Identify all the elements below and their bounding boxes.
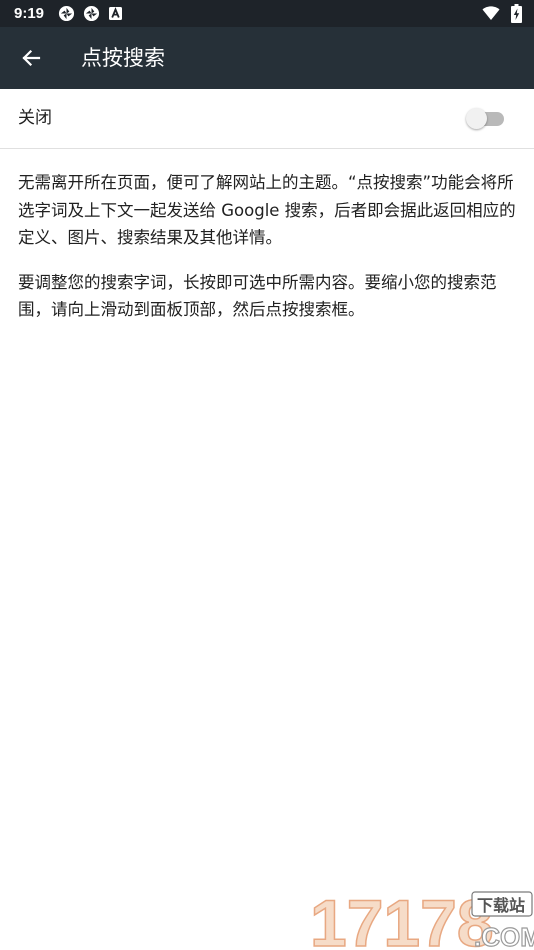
toggle-row-tap-to-search[interactable]: 关闭 <box>0 89 534 149</box>
wifi-icon <box>482 6 500 20</box>
description: 无需离开所在页面，便可了解网站上的主题。“点按搜索”功能会将所选字词及上下文一起… <box>18 169 518 341</box>
switch-thumb <box>466 108 487 129</box>
description-paragraph: 要调整您的搜索字词，长按即可选中所需内容。要缩小您的搜索范围，请向上滑动到面板顶… <box>18 272 497 320</box>
page-title: 点按搜索 <box>81 46 165 70</box>
app-bar: 点按搜索 <box>0 27 534 89</box>
a-badge-icon <box>109 7 122 20</box>
screen: 9:19 点按搜索 关闭 无需离开所在页面，便可了解网站上的主题。“点按搜索”功… <box>0 0 534 950</box>
tap-to-search-switch[interactable] <box>466 107 506 131</box>
back-button[interactable] <box>14 42 48 74</box>
site-watermark-logo: 17178 下载站 .COM <box>309 886 534 950</box>
watermark-site-label: 下载站 <box>477 896 525 915</box>
arrow-back-icon <box>22 49 41 67</box>
app-notification-icon <box>58 5 75 22</box>
watermark-domain: .COM <box>474 922 534 950</box>
toggle-label: 关闭 <box>18 108 52 128</box>
watermark-number: 17178 <box>310 886 494 950</box>
status-time: 9:19 <box>14 5 45 22</box>
app-notification-icon <box>83 5 100 22</box>
description-paragraph: 无需离开所在页面，便可了解网站上的主题。“点按搜索”功能会将所选字词及上下文一起… <box>18 173 516 247</box>
battery-charging-icon <box>511 4 522 23</box>
status-bar: 9:19 <box>0 0 534 27</box>
